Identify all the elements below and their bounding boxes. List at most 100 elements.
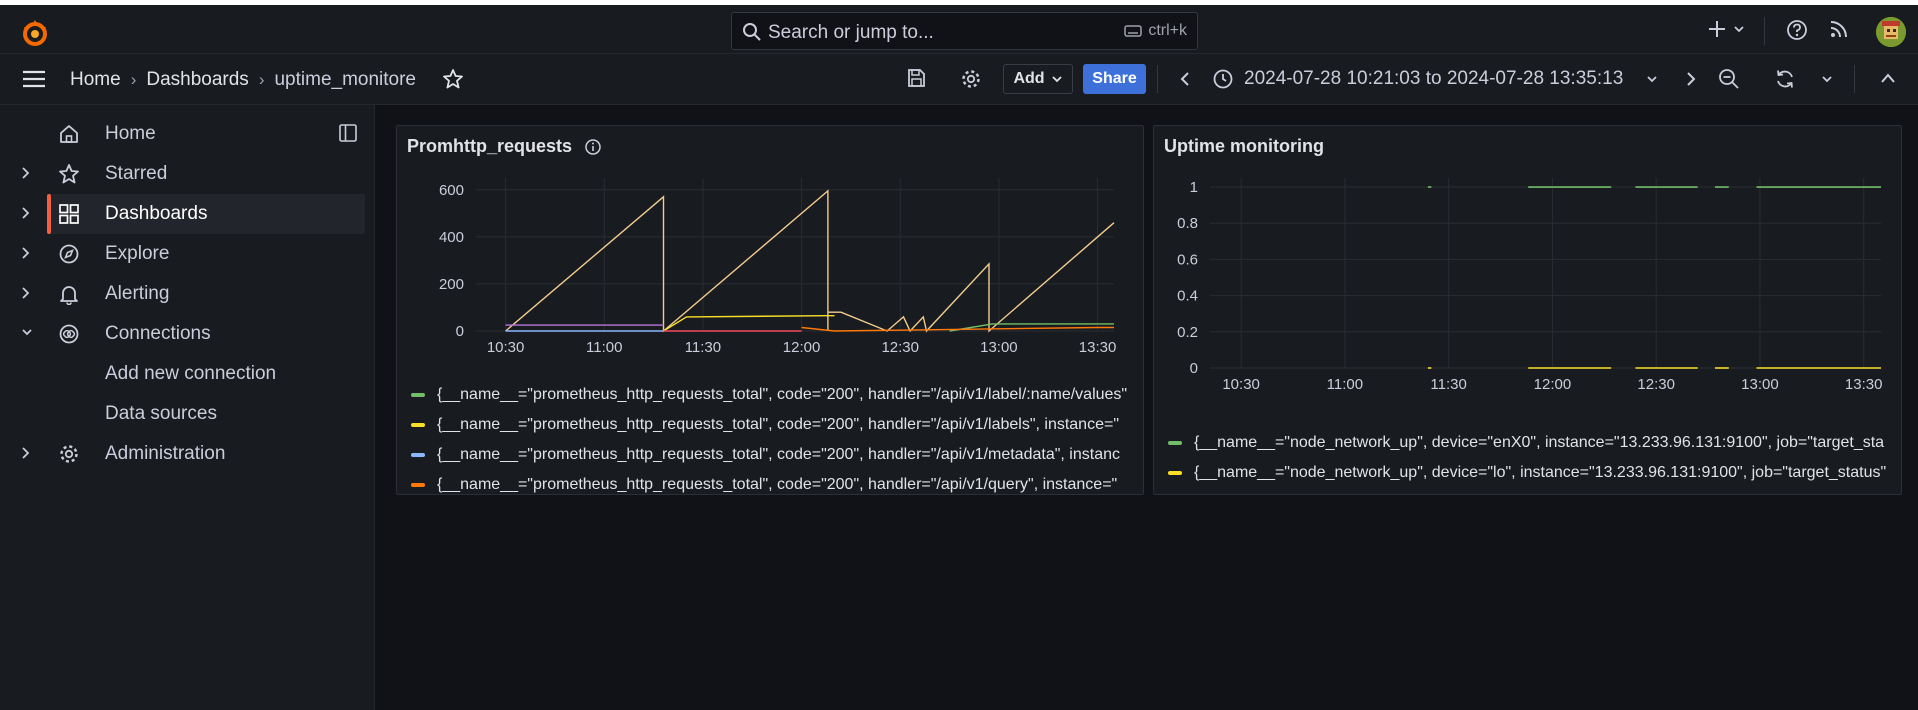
x-tick-label: 13:30 bbox=[1079, 339, 1117, 356]
x-tick-label: 11:00 bbox=[1327, 376, 1363, 393]
legend-item[interactable]: {__name__="node_network_up", device="lo"… bbox=[1168, 464, 1886, 482]
x-tick-label: 13:30 bbox=[1845, 376, 1883, 393]
time-back-chevron-icon[interactable] bbox=[1178, 71, 1192, 87]
series-line bbox=[505, 189, 1115, 333]
add-button[interactable]: Add bbox=[1003, 64, 1073, 94]
grafana-logo-icon[interactable] bbox=[20, 18, 50, 48]
legend-item[interactable]: {__name__="node_network_up", device="enX… bbox=[1168, 434, 1884, 452]
chevron-right-icon[interactable] bbox=[20, 205, 32, 221]
uptime-monitoring-chart[interactable]: 0 0.2 0.4 0.6 0.8 1 10:30 11:00 11:30 12:00 12:30 1… bbox=[1154, 126, 1902, 416]
sidebar-item-explore[interactable]: Explore bbox=[0, 234, 365, 274]
legend-item[interactable]: {__name__="prometheus_http_requests_tota… bbox=[411, 476, 1117, 494]
legend-swatch bbox=[411, 483, 425, 487]
x-tick-label: 12:30 bbox=[881, 339, 919, 356]
search-shortcut: ctrl+k bbox=[1124, 22, 1187, 40]
link-icon bbox=[59, 324, 79, 344]
refresh-icon[interactable] bbox=[1774, 68, 1796, 90]
panel-uptime-monitoring[interactable]: Uptime monitoring 0 0.2 0.4 0.6 0.8 1 10:30 11:… bbox=[1153, 125, 1902, 495]
legend-item[interactable]: {__name__="prometheus_http_requests_tota… bbox=[411, 416, 1119, 434]
chevron-right-icon[interactable] bbox=[20, 165, 32, 181]
sidebar-item-alerting[interactable]: Alerting bbox=[0, 274, 365, 314]
legend-swatch bbox=[411, 393, 425, 397]
toolbar-divider bbox=[1854, 65, 1855, 93]
sidebar-item-label: Connections bbox=[105, 323, 211, 344]
sidebar-item-home[interactable]: Home bbox=[0, 114, 365, 154]
sidebar-item-add-new-connection[interactable]: Add new connection bbox=[0, 354, 365, 394]
breadcrumb-dashboards[interactable]: Dashboards bbox=[146, 69, 248, 91]
sidebar-item-dashboards[interactable]: Dashboards bbox=[47, 194, 365, 234]
time-forward-chevron-icon[interactable] bbox=[1684, 71, 1698, 87]
bell-icon bbox=[60, 286, 78, 305]
legend-label: {__name__="node_network_up", device="lo"… bbox=[1194, 464, 1887, 481]
y-tick-label: 600 bbox=[439, 182, 464, 199]
y-tick-label: 400 bbox=[439, 229, 464, 246]
x-tick-label: 10:30 bbox=[487, 339, 525, 356]
news-feed-icon[interactable] bbox=[1829, 19, 1849, 39]
x-tick-label: 11:00 bbox=[586, 339, 622, 356]
clock-icon bbox=[1213, 69, 1233, 89]
x-tick-label: 13:00 bbox=[980, 339, 1018, 356]
chevron-right-icon[interactable] bbox=[20, 245, 32, 261]
home-icon bbox=[60, 125, 78, 143]
panel-promhttp-requests[interactable]: Promhttp_requests 0 200 400 600 10:30 11:00 11… bbox=[396, 125, 1144, 495]
chevron-down-icon bbox=[1734, 26, 1744, 33]
legend-swatch bbox=[1168, 441, 1182, 445]
menu-icon[interactable] bbox=[22, 69, 46, 89]
refresh-interval-chevron-icon[interactable] bbox=[1821, 73, 1833, 85]
y-tick-label: 0 bbox=[456, 323, 464, 340]
new-menu-button[interactable] bbox=[1707, 19, 1745, 39]
y-tick-label: 0.6 bbox=[1177, 251, 1198, 268]
compass-icon bbox=[59, 244, 79, 264]
sidebar-item-data-sources[interactable]: Data sources bbox=[0, 394, 365, 434]
x-tick-label: 11:30 bbox=[685, 339, 721, 356]
breadcrumb-current: uptime_monitore bbox=[274, 69, 417, 90]
sidebar-item-label: Starred bbox=[105, 163, 168, 184]
sidebar-item-label: Administration bbox=[105, 443, 226, 464]
chevron-down-icon bbox=[1647, 76, 1657, 83]
breadcrumb-separator: › bbox=[130, 70, 137, 89]
search-icon bbox=[743, 23, 761, 41]
sidebar-item-starred[interactable]: Starred bbox=[0, 154, 365, 194]
search-input[interactable]: Search or jump to... ctrl+k bbox=[731, 12, 1198, 50]
top-bar: Search or jump to... ctrl+k bbox=[0, 5, 1918, 54]
x-tick-label: 11:30 bbox=[1430, 376, 1466, 393]
search-placeholder: Search or jump to... bbox=[768, 22, 934, 43]
legend-label: {__name__="prometheus_http_requests_tota… bbox=[437, 386, 1128, 403]
settings-gear-icon[interactable] bbox=[960, 68, 982, 90]
share-button-label: Share bbox=[1092, 70, 1137, 87]
y-tick-label: 1 bbox=[1190, 179, 1198, 196]
chevron-right-icon[interactable] bbox=[20, 445, 32, 461]
y-tick-label: 0.4 bbox=[1177, 288, 1198, 305]
sidebar-item-label: Alerting bbox=[105, 283, 170, 304]
dashboard-nav-bar: Home › Dashboards › uptime_monitore Add … bbox=[0, 54, 1918, 105]
plus-icon bbox=[1709, 21, 1725, 37]
collapse-chevron-up-icon[interactable] bbox=[1880, 72, 1896, 84]
breadcrumb-separator: › bbox=[258, 70, 265, 89]
legend-item[interactable]: {__name__="prometheus_http_requests_tota… bbox=[411, 386, 1127, 404]
legend-label: {__name__="prometheus_http_requests_tota… bbox=[437, 476, 1118, 493]
promhttp-requests-chart[interactable]: 0 200 400 600 10:30 11:00 11:30 12:00 12:30 13:00… bbox=[397, 126, 1144, 366]
legend-label: {__name__="node_network_up", device="enX… bbox=[1194, 434, 1885, 451]
chevron-down-icon[interactable] bbox=[20, 325, 34, 339]
y-tick-label: 0.2 bbox=[1177, 324, 1198, 341]
x-tick-label: 13:00 bbox=[1741, 376, 1779, 393]
breadcrumb: Home › Dashboards › uptime_monitore bbox=[70, 69, 416, 91]
save-icon[interactable] bbox=[906, 68, 926, 88]
legend-item[interactable]: {__name__="prometheus_http_requests_tota… bbox=[411, 446, 1120, 464]
sidebar-item-administration[interactable]: Administration bbox=[0, 434, 365, 474]
share-button[interactable]: Share bbox=[1083, 64, 1146, 94]
user-avatar[interactable] bbox=[1876, 17, 1906, 47]
favorite-star-icon[interactable] bbox=[442, 68, 464, 90]
breadcrumb-home[interactable]: Home bbox=[70, 69, 121, 91]
y-tick-label: 0.8 bbox=[1177, 215, 1198, 232]
grid-icon bbox=[59, 204, 79, 224]
legend-label: {__name__="prometheus_http_requests_tota… bbox=[437, 446, 1120, 463]
legend-swatch bbox=[1168, 471, 1182, 475]
x-tick-label: 12:00 bbox=[783, 339, 821, 356]
chevron-right-icon[interactable] bbox=[20, 285, 32, 301]
gear-icon bbox=[60, 445, 78, 463]
sidebar-item-connections[interactable]: Connections bbox=[0, 314, 365, 354]
zoom-out-icon[interactable] bbox=[1718, 68, 1740, 90]
search-shortcut-label: ctrl+k bbox=[1148, 22, 1187, 39]
help-icon[interactable] bbox=[1786, 19, 1808, 41]
